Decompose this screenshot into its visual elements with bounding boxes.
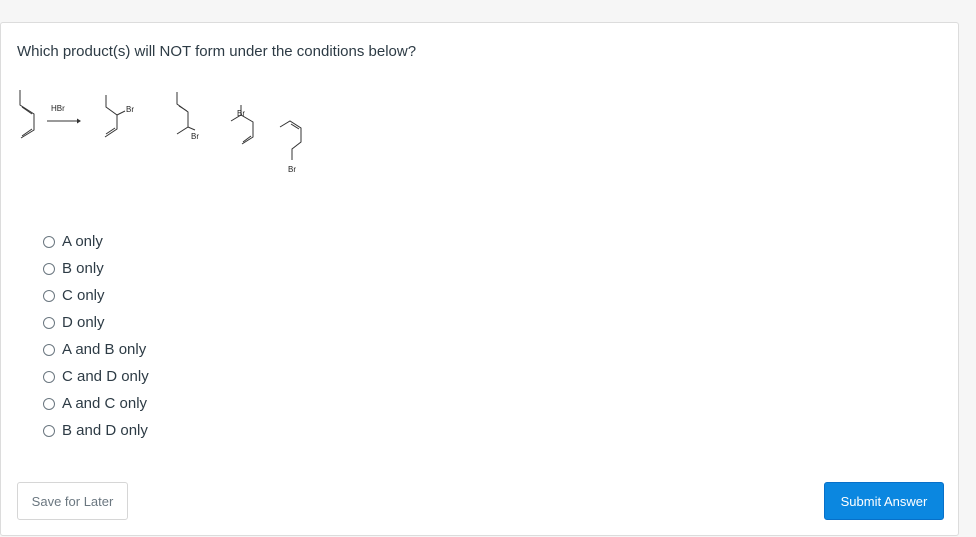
save-for-later-button[interactable]: Save for Later [17, 482, 128, 520]
radio-button[interactable] [43, 262, 55, 275]
product-c-structure: Br C [230, 105, 254, 145]
option-b-only[interactable]: B only [43, 255, 149, 282]
product-d-br: Br [288, 165, 296, 174]
option-label: A and B only [62, 341, 147, 358]
radio-button[interactable] [43, 289, 55, 302]
product-d-structure: Br D [279, 120, 302, 174]
option-d-only[interactable]: D only [43, 309, 149, 336]
option-c-only[interactable]: C only [43, 282, 149, 309]
radio-button[interactable] [43, 235, 55, 248]
option-label: A and C only [62, 395, 148, 412]
question-text: Which product(s) will NOT form under the… [17, 43, 417, 60]
radio-button[interactable] [43, 424, 55, 437]
product-a-br: Br [126, 105, 134, 114]
option-label: B only [62, 260, 104, 277]
product-b-structure: Br B [176, 92, 199, 141]
radio-button[interactable] [43, 343, 55, 356]
option-label: D only [62, 314, 105, 331]
option-label: C only [62, 287, 105, 304]
starting-material-structure [19, 90, 35, 139]
option-label: B and D only [62, 422, 148, 439]
product-a-structure: Br A [104, 95, 134, 138]
question-card: Which product(s) will NOT form under the… [0, 22, 959, 536]
radio-button[interactable] [43, 370, 55, 383]
answer-options: A only B only C only D only A and B only… [43, 228, 149, 444]
submit-answer-button[interactable]: Submit Answer [824, 482, 944, 520]
radio-button[interactable] [43, 316, 55, 329]
option-a-and-b-only[interactable]: A and B only [43, 336, 149, 363]
radio-button[interactable] [43, 397, 55, 410]
reagent-label: HBr [51, 104, 65, 113]
option-label: C and D only [62, 368, 149, 385]
option-a-and-c-only[interactable]: A and C only [43, 390, 149, 417]
product-c-br: Br [237, 109, 245, 118]
product-b-br: Br [191, 132, 199, 141]
option-label: A only [62, 233, 103, 250]
option-c-and-d-only[interactable]: C and D only [43, 363, 149, 390]
reaction-arrow: HBr [47, 104, 81, 124]
reaction-scheme: HBr Br A Br B [11, 85, 311, 185]
option-b-and-d-only[interactable]: B and D only [43, 417, 149, 444]
option-a-only[interactable]: A only [43, 228, 149, 255]
